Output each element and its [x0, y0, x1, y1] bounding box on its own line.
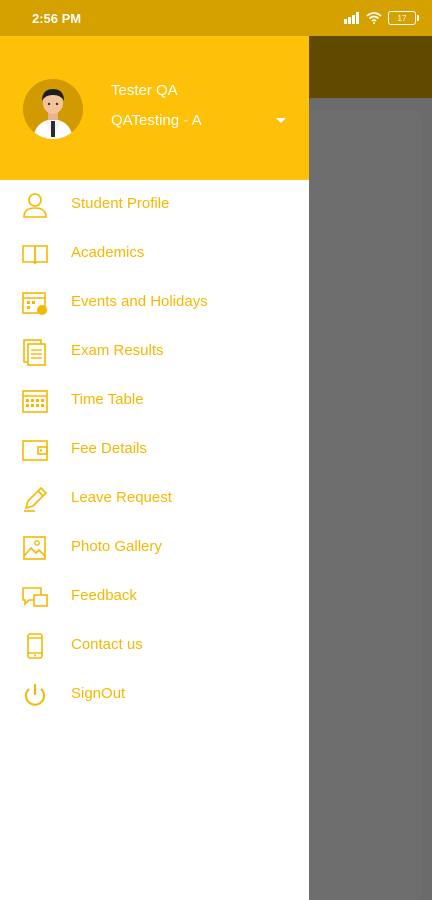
wallet-icon [22, 440, 48, 461]
status-time: 2:56 PM [32, 10, 82, 26]
menu-item-label: Contact us [71, 636, 143, 653]
feedback-icon [22, 587, 48, 607]
menu-item-label: SignOut [71, 685, 126, 702]
menu-item-label: Student Profile [71, 195, 170, 212]
menu-item-events-and-holidays[interactable]: Events and Holidays [0, 278, 309, 327]
calendar-icon [22, 292, 47, 315]
background-content-card [296, 110, 422, 900]
menu-item-label: Fee Details [71, 440, 147, 457]
signal-icon [344, 12, 359, 24]
results-icon [23, 339, 46, 366]
menu-item-label: Leave Request [71, 489, 172, 506]
battery-icon: 17 [388, 11, 419, 25]
wifi-icon [366, 12, 382, 24]
pencil-icon [24, 486, 48, 512]
status-icons: 17 [344, 11, 419, 25]
menu-item-label: Exam Results [71, 342, 164, 359]
menu-item-label: Time Table [71, 391, 144, 408]
book-icon [22, 245, 48, 265]
menu-item-label: Academics [71, 244, 145, 261]
drawer-header: Tester QA QATesting - A [0, 36, 309, 180]
status-bar: 2:56 PM 17 [0, 0, 432, 36]
avatar[interactable] [23, 79, 83, 139]
account-dropdown-arrow[interactable] [276, 118, 286, 123]
menu-item-academics[interactable]: Academics [0, 229, 309, 278]
menu-item-signout[interactable]: SignOut [0, 670, 309, 719]
power-icon [25, 684, 45, 706]
menu-item-label: Events and Holidays [71, 293, 208, 310]
menu-item-feedback[interactable]: Feedback [0, 572, 309, 621]
menu-item-photo-gallery[interactable]: Photo Gallery [0, 523, 309, 572]
menu-item-fee-details[interactable]: Fee Details [0, 425, 309, 474]
menu-item-student-profile[interactable]: Student Profile [0, 180, 309, 229]
photo-icon [23, 536, 46, 560]
menu-item-label: Feedback [71, 587, 137, 604]
user-name: Tester QA [111, 82, 178, 99]
person-icon [23, 193, 47, 218]
menu-item-time-table[interactable]: Time Table [0, 376, 309, 425]
menu-item-contact-us[interactable]: Contact us [0, 621, 309, 670]
menu-item-leave-request[interactable]: Leave Request [0, 474, 309, 523]
navigation-drawer: Tester QA QATesting - A Student Profile … [0, 36, 309, 900]
menu-item-label: Photo Gallery [71, 538, 162, 555]
drawer-menu: Student Profile Academics Events and Hol… [0, 180, 309, 719]
battery-level: 17 [397, 13, 407, 23]
menu-item-exam-results[interactable]: Exam Results [0, 327, 309, 376]
timetable-icon [22, 390, 48, 413]
phone-icon [27, 633, 43, 659]
student-avatar-icon [23, 79, 83, 139]
user-class: QATesting - A [111, 112, 202, 129]
